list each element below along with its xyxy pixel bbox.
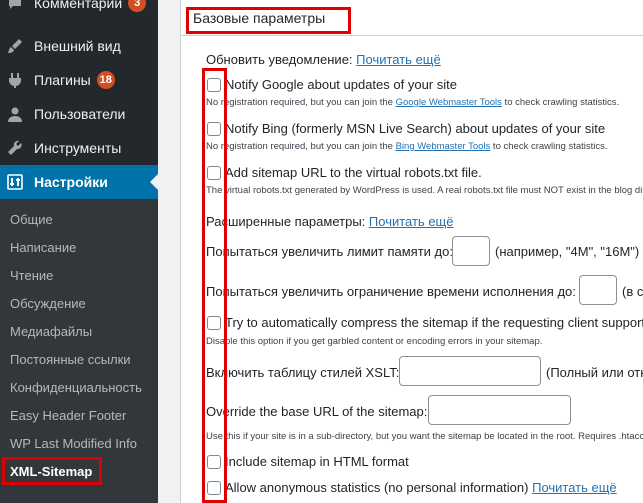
notify-bing-note: No registration required, but you can jo… bbox=[206, 141, 608, 152]
advanced-heading-label: Расширенные параметры: bbox=[206, 214, 366, 229]
anonymous-stats-text: Allow anonymous statistics (no personal … bbox=[225, 480, 529, 495]
memory-limit-hint: (например, "4M", "16M") bbox=[495, 244, 640, 259]
html-format-checkbox[interactable] bbox=[207, 455, 221, 469]
compress-label: Try to automatically compress the sitema… bbox=[225, 315, 643, 330]
wrench-icon bbox=[6, 139, 24, 157]
submenu-discussion[interactable]: Обсуждение bbox=[10, 296, 86, 311]
notify-bing-checkbox[interactable] bbox=[207, 122, 221, 136]
submenu-easy-header-footer[interactable]: Easy Header Footer bbox=[10, 408, 126, 423]
plugins-badge: 18 bbox=[96, 71, 115, 89]
plugin-icon bbox=[6, 71, 24, 89]
memory-limit-input[interactable] bbox=[452, 236, 490, 266]
google-webmaster-tools-link[interactable]: Google Webmaster Tools bbox=[396, 97, 502, 108]
submenu-privacy[interactable]: Конфиденциальность bbox=[10, 380, 142, 395]
submenu-media[interactable]: Медиафайлы bbox=[10, 324, 92, 339]
submenu-permalinks[interactable]: Постоянные ссылки bbox=[10, 352, 131, 367]
basic-settings-panel: Базовые параметры Обновить уведомление: … bbox=[180, 0, 643, 503]
submenu-general[interactable]: Общие bbox=[10, 212, 53, 227]
submenu-xml-sitemap[interactable]: XML-Sitemap bbox=[10, 464, 92, 479]
users-icon bbox=[6, 105, 24, 123]
notify-google-note-suffix: to check crawling statistics. bbox=[501, 97, 620, 108]
menu-tools-label: Инструменты bbox=[34, 140, 122, 156]
comment-icon bbox=[6, 0, 24, 12]
submenu-writing[interactable]: Написание bbox=[10, 240, 76, 255]
admin-sidebar: Комментарии 3 Внешний вид Плагины 18 Пол… bbox=[0, 0, 158, 503]
submenu-reading[interactable]: Чтение bbox=[10, 268, 53, 283]
notify-heading-label: Обновить уведомление: bbox=[206, 52, 353, 67]
time-limit-label: Попытаться увеличить ограничение времени… bbox=[206, 284, 576, 299]
menu-plugins[interactable]: Плагины 18 bbox=[0, 63, 158, 97]
menu-users-label: Пользователи bbox=[34, 106, 126, 122]
memory-limit-label: Попытаться увеличить лимит памяти до: bbox=[206, 244, 453, 259]
advanced-heading: Расширенные параметры: Почитать ещё bbox=[206, 214, 453, 229]
menu-plugins-label: Плагины bbox=[34, 72, 91, 88]
notify-heading: Обновить уведомление: Почитать ещё bbox=[206, 52, 441, 67]
stats-read-more-link[interactable]: Почитать ещё bbox=[532, 480, 617, 495]
notify-google-label: Notify Google about updates of your site bbox=[225, 77, 457, 92]
xslt-hint: (Полный или относительный URL) bbox=[546, 365, 643, 380]
base-url-note: Use this if your site is in a sub-direct… bbox=[206, 431, 643, 442]
robots-label: Add sitemap URL to the virtual robots.tx… bbox=[225, 165, 482, 180]
notify-bing-note-text: No registration required, but you can jo… bbox=[206, 141, 396, 152]
menu-tools[interactable]: Инструменты bbox=[0, 131, 158, 165]
submenu-wp-last-modified-info[interactable]: WP Last Modified Info bbox=[10, 436, 137, 451]
robots-note: The virtual robots.txt generated by Word… bbox=[206, 185, 643, 196]
paintbrush-icon bbox=[6, 37, 24, 55]
base-url-label: Override the base URL of the sitemap: bbox=[206, 404, 428, 419]
compress-checkbox[interactable] bbox=[207, 316, 221, 330]
xslt-label: Включить таблицу стилей XSLT: bbox=[206, 365, 400, 380]
settings-icon bbox=[6, 173, 24, 191]
notify-bing-note-suffix: to check crawling statistics. bbox=[490, 141, 608, 152]
comments-badge: 3 bbox=[128, 0, 147, 12]
main-content: Базовые параметры Обновить уведомление: … bbox=[158, 0, 643, 503]
robots-checkbox[interactable] bbox=[207, 166, 221, 180]
panel-header: Базовые параметры bbox=[181, 0, 643, 36]
notify-bing-label: Notify Bing (formerly MSN Live Search) a… bbox=[225, 121, 606, 136]
menu-settings-label: Настройки bbox=[34, 174, 108, 190]
anonymous-stats-label: Allow anonymous statistics (no personal … bbox=[225, 480, 617, 495]
time-limit-input[interactable] bbox=[579, 275, 617, 305]
html-format-label: Include sitemap in HTML format bbox=[225, 454, 409, 469]
menu-comments-label: Комментарии bbox=[34, 0, 123, 11]
compress-note: Disable this option if you get garbled c… bbox=[206, 336, 543, 347]
panel-title: Базовые параметры bbox=[193, 10, 326, 26]
notify-read-more-link[interactable]: Почитать ещё bbox=[356, 52, 441, 67]
advanced-read-more-link[interactable]: Почитать ещё bbox=[369, 214, 454, 229]
anonymous-stats-checkbox[interactable] bbox=[207, 481, 221, 495]
menu-comments[interactable]: Комментарии 3 bbox=[0, 0, 158, 20]
menu-appearance[interactable]: Внешний вид bbox=[0, 29, 158, 63]
menu-users[interactable]: Пользователи bbox=[0, 97, 158, 131]
base-url-input[interactable] bbox=[428, 395, 571, 425]
time-limit-hint: (в секундах) bbox=[622, 284, 643, 299]
settings-submenu: Общие Написание Чтение Обсуждение Медиаф… bbox=[0, 199, 158, 503]
bing-webmaster-tools-link[interactable]: Bing Webmaster Tools bbox=[396, 141, 491, 152]
xslt-input[interactable] bbox=[399, 356, 541, 386]
menu-settings[interactable]: Настройки bbox=[0, 165, 158, 199]
menu-appearance-label: Внешний вид bbox=[34, 38, 121, 54]
notify-google-note: No registration required, but you can jo… bbox=[206, 97, 619, 108]
notify-google-checkbox[interactable] bbox=[207, 78, 221, 92]
notify-google-note-text: No registration required, but you can jo… bbox=[206, 97, 396, 108]
